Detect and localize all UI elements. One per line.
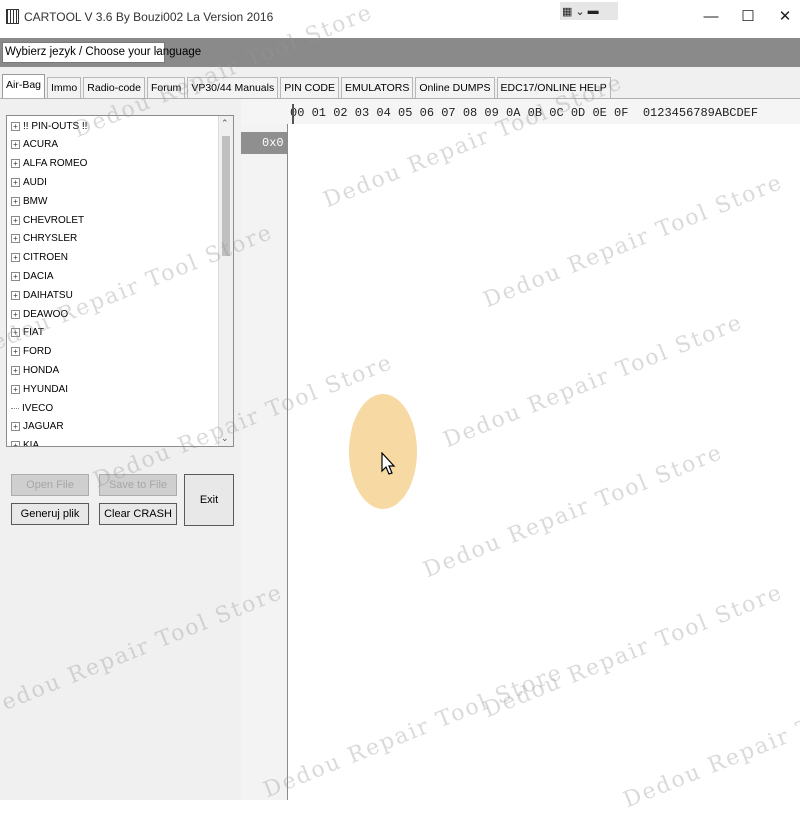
title-toolbar: ▦ ⌄ ▬ — [560, 2, 618, 20]
chevron-down-icon[interactable]: ⌄ — [575, 5, 584, 18]
expand-icon[interactable]: + — [11, 177, 20, 187]
expand-icon[interactable]: + — [11, 215, 20, 225]
tree-item[interactable]: + CITROEN — [11, 249, 68, 267]
tab-immo[interactable]: Immo — [47, 77, 82, 98]
hex-address-gutter — [241, 124, 287, 800]
tree-item-label: JAGUAR — [23, 421, 64, 433]
tree-item[interactable]: + CHEVROLET — [11, 211, 84, 229]
expand-icon[interactable]: + — [11, 384, 20, 394]
tree-item-label: !! PIN-OUTS !! — [23, 120, 88, 132]
maximize-button[interactable]: ☐ — [735, 6, 761, 28]
grid-icon[interactable]: ▦ — [562, 5, 572, 18]
open-file-button[interactable]: Open File — [11, 474, 89, 496]
tree-item-label: DACIA — [23, 270, 54, 282]
tree-item[interactable]: + JAGUAR — [11, 418, 64, 436]
expand-icon[interactable]: + — [11, 121, 20, 131]
tree-item[interactable]: + ACURA — [11, 136, 58, 154]
close-button[interactable]: ✕ — [772, 6, 798, 28]
tab-list: Air-Bag Immo Radio-code Forum VP30/44 Ma… — [2, 74, 613, 99]
hex-column-header: 00 01 02 03 04 05 06 07 08 09 0A 0B 0C 0… — [290, 106, 759, 120]
tree-item-label: DAIHATSU — [23, 289, 73, 301]
tree-item[interactable]: + ALFA ROMEO — [11, 155, 87, 173]
tree-item-label: CHRYSLER — [23, 233, 78, 245]
app-icon — [6, 9, 19, 24]
tab-air-bag[interactable]: Air-Bag — [2, 74, 46, 98]
generuj-plik-button[interactable]: Generuj plik — [11, 503, 89, 525]
minimize-button[interactable]: — — [698, 6, 724, 28]
tree-item[interactable]: + HONDA — [11, 361, 59, 379]
tree-item[interactable]: + DEAWOO — [11, 305, 68, 323]
scroll-thumb[interactable] — [222, 136, 230, 256]
language-select[interactable]: Wybierz jezyk / Choose your language ⌄ — [2, 42, 201, 63]
save-to-file-button[interactable]: Save to File — [99, 474, 177, 496]
expand-icon[interactable]: + — [11, 365, 20, 375]
expand-icon[interactable]: + — [11, 328, 20, 338]
dropdown-arrow-icon[interactable]: ⌄ — [154, 45, 162, 56]
tab-online-dumps[interactable]: Online DUMPS — [415, 77, 495, 98]
expand-icon[interactable]: + — [11, 196, 20, 206]
expand-icon[interactable]: + — [11, 234, 20, 244]
tree-item-label: ACURA — [23, 139, 59, 151]
scroll-up-icon[interactable]: ⌃ — [221, 118, 229, 129]
tree-item[interactable]: +!! PIN-OUTS !! — [11, 117, 87, 135]
language-select-value: Wybierz jezyk / Choose your language — [5, 46, 202, 58]
expand-icon[interactable]: + — [11, 159, 20, 169]
tree-item[interactable]: + DAIHATSU — [11, 286, 73, 304]
tree-item-label: FIAT — [23, 327, 44, 339]
expand-icon[interactable]: + — [11, 271, 20, 281]
tree-item-label: HYUNDAI — [23, 383, 69, 395]
tab-emulators[interactable]: EMULATORS — [340, 77, 414, 98]
exit-button[interactable]: Exit — [184, 474, 234, 526]
tree-item-label: AUDI — [23, 176, 47, 188]
tree-item[interactable]: + KIA — [11, 437, 40, 447]
tree-item-label: HONDA — [23, 364, 60, 376]
title-bar: CARTOOL V 3.6 By Bouzi002 La Version 201… — [0, 0, 800, 38]
tree-item-label: BMW — [23, 195, 48, 207]
tree-item-label: CHEVROLET — [23, 214, 85, 226]
expand-icon[interactable]: + — [11, 441, 20, 446]
tab-radio-code[interactable]: Radio-code — [83, 77, 145, 98]
expand-icon[interactable]: + — [11, 290, 20, 300]
tab-edc17-help[interactable]: EDC17/ONLINE HELP — [496, 77, 611, 98]
minus-icon[interactable]: ▬ — [588, 5, 599, 17]
tree-item[interactable]: + AUDI — [11, 173, 47, 191]
tree-line — [11, 407, 19, 409]
tree-item[interactable]: IVECO — [11, 399, 53, 417]
tree-item-label: KIA — [23, 440, 40, 447]
mouse-pointer-icon — [381, 452, 396, 475]
expand-icon[interactable]: + — [11, 309, 20, 319]
tab-forum[interactable]: Forum — [146, 77, 186, 98]
tree-item[interactable]: + CHRYSLER — [11, 230, 77, 248]
expand-icon[interactable]: + — [11, 422, 20, 432]
clear-crash-button[interactable]: Clear CRASH — [99, 503, 177, 525]
vehicle-tree[interactable]: +!! PIN-OUTS !! + ACURA + ALFA ROMEO + AUDI + BM… — [6, 115, 234, 447]
tree-item-label: CITROEN — [23, 252, 68, 264]
tree-scrollbar[interactable]: ⌃ ⌄ — [218, 116, 233, 446]
expand-icon[interactable]: + — [11, 347, 20, 357]
tree-item[interactable]: + FIAT — [11, 324, 44, 342]
tree-item-label: FORD — [23, 346, 52, 358]
expand-icon[interactable]: + — [11, 253, 20, 263]
tree-item[interactable]: + BMW — [11, 192, 47, 210]
window-title: CARTOOL V 3.6 By Bouzi002 La Version 201… — [24, 10, 274, 24]
tree-item-label: IVECO — [22, 402, 54, 414]
tree-item-label: ALFA ROMEO — [23, 158, 88, 170]
tab-pin-code[interactable]: PIN CODE — [280, 77, 339, 98]
tree-item[interactable]: + HYUNDAI — [11, 380, 68, 398]
expand-icon[interactable]: + — [11, 140, 20, 150]
tree-item-label: DEAWOO — [23, 308, 69, 320]
tree-item[interactable]: + DACIA — [11, 267, 54, 285]
scroll-down-icon[interactable]: ⌄ — [221, 433, 229, 444]
hex-address-label: 0x0 — [262, 136, 284, 150]
tree-item[interactable]: + FORD — [11, 343, 51, 361]
tab-vp30-manuals[interactable]: VP30/44 Manuals — [187, 77, 279, 98]
